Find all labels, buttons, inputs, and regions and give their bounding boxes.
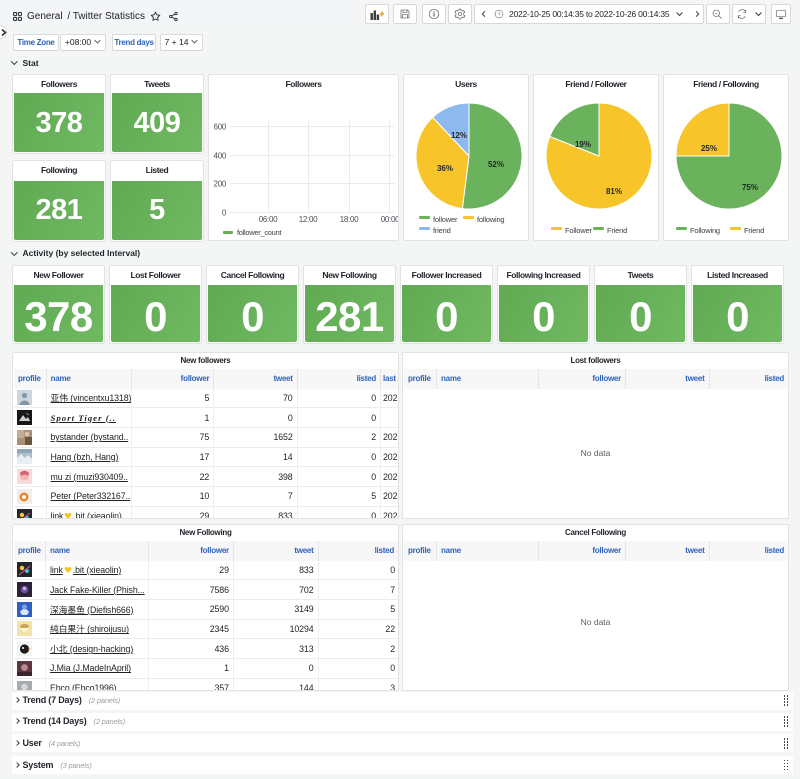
svg-text:Friend: Friend: [607, 226, 627, 235]
svg-text:06:00: 06:00: [259, 215, 278, 224]
svg-text:00:00: 00:00: [381, 215, 398, 224]
svg-text:0: 0: [222, 209, 227, 218]
svg-text:36%: 36%: [437, 164, 453, 173]
svg-text:12%: 12%: [451, 131, 467, 140]
svg-text:18:00: 18:00: [340, 215, 359, 224]
svg-text:200: 200: [214, 180, 227, 189]
svg-text:Following: Following: [690, 226, 720, 235]
svg-text:follower: follower: [433, 215, 458, 224]
svg-text:52%: 52%: [488, 160, 504, 169]
svg-text:Friend: Friend: [744, 226, 764, 235]
svg-text:Follower: Follower: [565, 226, 592, 235]
svg-text:81%: 81%: [606, 187, 622, 196]
svg-text:12:00: 12:00: [299, 215, 318, 224]
svg-text:600: 600: [214, 123, 227, 132]
svg-text:400: 400: [214, 152, 227, 161]
svg-text:following: following: [477, 215, 504, 224]
svg-text:friend: friend: [433, 226, 451, 235]
svg-text:19%: 19%: [575, 140, 591, 149]
svg-text:25%: 25%: [701, 144, 717, 153]
svg-text:75%: 75%: [742, 183, 758, 192]
